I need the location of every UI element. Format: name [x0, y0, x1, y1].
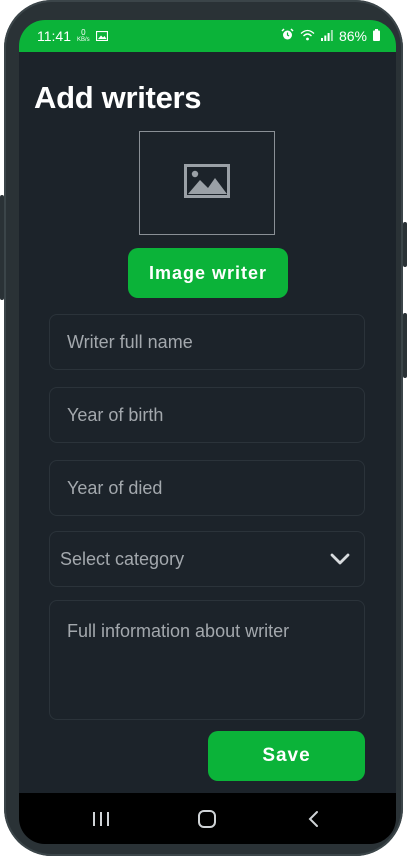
writer-full-name-field[interactable]: Writer full name: [49, 314, 365, 370]
year-of-death-placeholder: Year of died: [67, 477, 163, 498]
back-icon[interactable]: [301, 807, 325, 831]
gallery-icon: [95, 28, 108, 44]
image-placeholder-icon: [184, 163, 230, 203]
phone-frame: 11:41 0 KB/s 86% Add writers Image write…: [0, 0, 407, 856]
data-speed-unit: KB/s: [77, 36, 90, 43]
writer-info-placeholder: Full information about writer: [67, 621, 290, 641]
data-speed: 0 KB/s: [77, 27, 90, 44]
data-speed-value: 0: [81, 27, 86, 37]
writer-info-textarea[interactable]: Full information about writer: [49, 600, 365, 720]
year-of-death-field[interactable]: Year of died: [49, 460, 365, 516]
image-writer-button[interactable]: Image writer: [128, 248, 288, 298]
battery-icon: [373, 28, 380, 44]
home-icon[interactable]: [195, 807, 219, 831]
phone-side-button-left: [0, 195, 4, 300]
status-time: 11:41: [37, 28, 71, 44]
phone-volume-button: [403, 222, 407, 267]
writer-full-name-placeholder: Writer full name: [67, 331, 193, 352]
battery-percent: 86%: [338, 28, 367, 44]
chevron-down-icon: [330, 549, 350, 570]
recent-apps-icon[interactable]: [89, 807, 113, 831]
status-left: 11:41 0 KB/s: [37, 28, 108, 44]
phone-power-button: [403, 313, 407, 378]
wifi-icon: [300, 28, 315, 44]
save-button[interactable]: Save: [208, 731, 365, 781]
status-bar: 11:41 0 KB/s 86%: [19, 20, 396, 52]
status-right: 86%: [281, 28, 380, 44]
alarm-icon: [281, 28, 294, 44]
signal-icon: [320, 28, 333, 44]
category-select-placeholder: Select category: [60, 548, 185, 569]
year-of-birth-placeholder: Year of birth: [67, 404, 164, 425]
category-select[interactable]: Select category: [49, 531, 365, 587]
app-screen: 11:41 0 KB/s 86% Add writers Image write…: [19, 20, 396, 844]
system-nav-bar: [19, 793, 396, 844]
year-of-birth-field[interactable]: Year of birth: [49, 387, 365, 443]
page-title: Add writers: [34, 80, 202, 115]
writer-image-preview[interactable]: [139, 131, 275, 235]
